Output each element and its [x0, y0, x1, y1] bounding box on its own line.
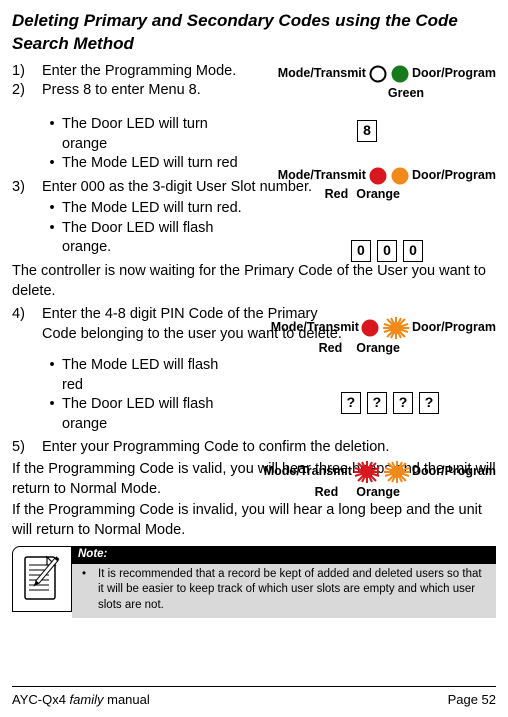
- note-bullet: It is recommended that a record be kept …: [78, 567, 490, 614]
- step-2-bullet-1: The Door LED will turn orange: [42, 115, 496, 154]
- invalid-paragraph: If the Programming Code is invalid, you …: [12, 501, 496, 540]
- step-3-number: 3): [12, 178, 42, 198]
- label-mode-2: Mode/Transmit: [278, 167, 366, 184]
- label-orange-4: Orange: [356, 484, 400, 501]
- starburst-orange-led-icon: [381, 316, 411, 340]
- ring-icon: [368, 64, 388, 84]
- solid-orange-led-icon: [390, 166, 410, 186]
- key-q-b: ?: [367, 392, 387, 414]
- key-8-figure: 8: [356, 120, 378, 142]
- step-2-sub-a: The Door LED will turn orange: [62, 115, 252, 154]
- solid-green-led-icon: [390, 64, 410, 84]
- content-area: 1) Enter the Programming Mode. 2) Press …: [12, 62, 496, 618]
- step-5-text: Enter your Programming Code to confirm t…: [42, 438, 496, 458]
- solid-red-led-icon: [368, 166, 388, 186]
- label-mode-4: Mode/Transmit: [264, 463, 352, 480]
- key-pin-figure: ? ? ? ?: [340, 392, 440, 414]
- key-q-d: ?: [419, 392, 439, 414]
- key-000-figure: 0 0 0: [350, 240, 424, 262]
- step-5-number: 5): [12, 438, 42, 458]
- step-2-number: 2): [12, 81, 42, 101]
- step-1-text: Enter the Programming Mode.: [42, 62, 247, 82]
- label-green: Green: [388, 86, 424, 100]
- label-mode-1: Mode/Transmit: [278, 65, 366, 82]
- step-4-sub-b: The Door LED will flash orange: [62, 395, 242, 434]
- waiting-paragraph: The controller is now waiting for the Pr…: [12, 262, 496, 301]
- starburst-red-led-icon: [352, 460, 382, 484]
- step-4-number: 4): [12, 305, 42, 344]
- label-orange-2: Orange: [356, 186, 400, 203]
- label-red-3: Red: [319, 340, 343, 357]
- step-5: 5) Enter your Programming Code to confir…: [12, 438, 496, 458]
- footer-prod-a: AYC-Qx4: [12, 692, 66, 707]
- led-figure-2: Mode/Transmit Door/Program Red Orange: [266, 166, 496, 203]
- step-3-sub-b: The Door LED will flash orange.: [62, 219, 262, 258]
- page-footer: AYC-Qx4 family manual Page 52: [12, 686, 496, 709]
- label-door-2: Door/Program: [412, 167, 496, 184]
- footer-prod-c: manual: [107, 692, 150, 707]
- key-0-b: 0: [377, 240, 397, 262]
- starburst-orange-led-icon-4: [382, 460, 412, 484]
- led-figure-1: Mode/Transmit Door/Program Green: [266, 64, 496, 104]
- step-2-sub-b: The Mode LED will turn red: [62, 154, 238, 174]
- note-text: It is recommended that a record be kept …: [98, 567, 490, 614]
- label-door-1: Door/Program: [412, 65, 496, 82]
- step-3-bullet-2: The Door LED will flash orange.: [42, 219, 496, 258]
- note-icon: [12, 546, 72, 612]
- label-door-4: Door/Program: [412, 463, 496, 480]
- label-orange-3: Orange: [356, 340, 400, 357]
- key-q-c: ?: [393, 392, 413, 414]
- note-header: Note:: [72, 546, 496, 564]
- label-mode-3: Mode/Transmit: [271, 319, 359, 336]
- solid-red-led-icon-3: [360, 318, 380, 338]
- label-red-4: Red: [315, 484, 339, 501]
- step-3-sub-a: The Mode LED will turn red.: [62, 199, 242, 219]
- step-4-bullet-1: The Mode LED will flash red: [42, 356, 496, 395]
- section-title: Deleting Primary and Secondary Codes usi…: [12, 10, 496, 56]
- led-figure-3: Mode/Transmit Door/Program Red Orange: [252, 316, 496, 357]
- led-figure-4: Mode/Transmit: [246, 460, 496, 501]
- step-4-sub-a: The Mode LED will flash red: [62, 356, 242, 395]
- label-red-2: Red: [325, 186, 349, 203]
- step-1-number: 1): [12, 62, 42, 82]
- footer-product: AYC-Qx4 family manual: [12, 691, 150, 709]
- footer-prod-b: family: [66, 692, 107, 707]
- key-8: 8: [357, 120, 377, 142]
- footer-page: Page 52: [448, 691, 496, 709]
- key-0-a: 0: [351, 240, 371, 262]
- label-door-3: Door/Program: [412, 319, 496, 336]
- key-0-c: 0: [403, 240, 423, 262]
- key-q-a: ?: [341, 392, 361, 414]
- note-box: Note: It is recommended that a record be…: [12, 546, 496, 618]
